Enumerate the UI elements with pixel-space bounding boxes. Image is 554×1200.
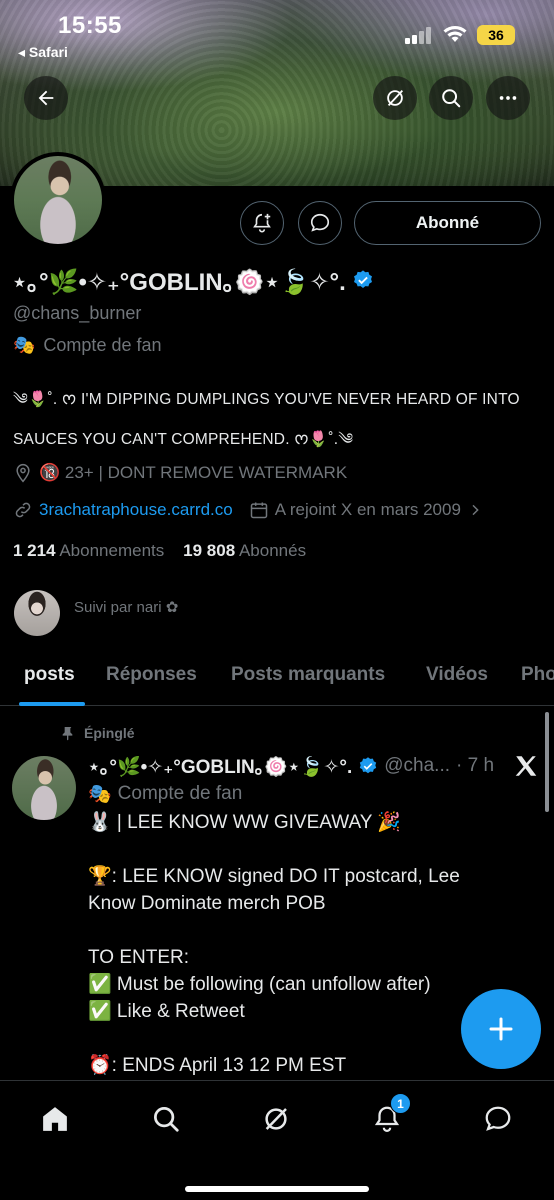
cellular-signal-icon (405, 26, 431, 44)
following-label: Abonnements (59, 541, 165, 560)
post-line: TO ENTER: (88, 947, 189, 968)
profile-category: 🎭 Compte de fan (13, 335, 162, 356)
follower-avatar[interactable] (14, 590, 60, 636)
tab-posts[interactable]: posts (24, 664, 75, 686)
x-logo-icon[interactable] (512, 753, 540, 779)
theater-masks-icon: 🎭 (88, 784, 112, 805)
status-time: 15:55 (58, 12, 122, 39)
post-author-category-label: Compte de fan (117, 783, 243, 804)
joined-date: A rejoint X en mars 2009 (274, 500, 461, 519)
verified-badge-icon (360, 756, 377, 773)
nav-notifications[interactable]: 1 (367, 1093, 411, 1139)
chevron-right-icon[interactable] (467, 502, 483, 518)
post-body[interactable]: 🐰 | LEE KNOW WW GIVEAWAY 🎉 🏆: LEE KNOW s… (88, 809, 503, 1079)
tab-videos[interactable]: Vidéos (426, 664, 488, 686)
wifi-icon (443, 26, 467, 42)
bottom-navigation: 1 (0, 1080, 554, 1200)
location-icon (16, 463, 30, 483)
back-arrow-icon (38, 90, 54, 106)
home-indicator[interactable] (185, 1186, 369, 1192)
status-bar: 15:55 ◂ Safari 36 (0, 0, 554, 70)
post-line: ✅ Like & Retweet (88, 1001, 245, 1022)
bio-line-2: SAUCES YOU CAN'T COMPREHEND. ᰔ🌷˚.༄ (13, 431, 354, 448)
grok-icon (387, 90, 404, 106)
tab-highlights[interactable]: Posts marquants (231, 664, 385, 686)
display-name-text: ⋆｡°🌿•✧₊°GOBLIN｡🍥⋆🍃✧°. (12, 269, 346, 296)
grok-icon (265, 1108, 287, 1130)
notification-badge: 1 (390, 1093, 411, 1114)
follow-stats: 1 214 Abonnements 19 808 Abonnés (13, 541, 306, 561)
back-button[interactable] (24, 76, 68, 120)
post-author-avatar[interactable] (12, 756, 76, 820)
pinned-text: Épinglé (84, 725, 135, 741)
home-icon (43, 1107, 67, 1131)
location-row: 🔞 23+ | DONT REMOVE WATERMARK (13, 463, 347, 483)
links-row: 3rachatraphouse.carrd.co A rejoint X en … (13, 500, 483, 520)
tab-photos[interactable]: Pho (521, 664, 554, 686)
following-count: 1 214 (13, 541, 56, 560)
search-button[interactable] (429, 76, 473, 120)
battery-indicator: 36 (477, 25, 515, 45)
location-text: 🔞 23+ | DONT REMOVE WATERMARK (39, 463, 348, 482)
verified-badge-icon (353, 269, 372, 288)
nav-search[interactable] (146, 1099, 186, 1139)
nav-messages[interactable] (478, 1099, 518, 1139)
followed-by-text[interactable]: Suivi par nari ✿ (74, 598, 178, 616)
post-line (88, 917, 503, 944)
profile-avatar[interactable] (10, 152, 106, 248)
grok-button[interactable] (373, 76, 417, 120)
post-header: ⋆｡°🌿•✧₊°GOBLIN｡🍥⋆🍃✧°. @cha... · 7 h (88, 752, 494, 779)
post-author-name[interactable]: ⋆｡°🌿•✧₊°GOBLIN｡🍥⋆🍃✧°. (88, 752, 352, 779)
post-line: ⏰: ENDS April 13 12 PM EST (88, 1055, 347, 1076)
theater-masks-icon: 🎭 (13, 335, 36, 355)
plus-icon (489, 1017, 513, 1041)
message-button[interactable] (298, 201, 342, 245)
website-link[interactable]: 3rachatraphouse.carrd.co (39, 500, 233, 520)
followers-count: 19 808 (183, 541, 236, 560)
more-button[interactable] (486, 76, 530, 120)
tab-replies[interactable]: Réponses (106, 664, 197, 686)
following-stat[interactable]: 1 214 Abonnements (13, 541, 164, 560)
pinned-label: Épinglé (60, 725, 135, 741)
followers-label: Abonnés (238, 541, 307, 560)
more-icon (499, 96, 517, 100)
post-line: ✅ Must be following (can unfollow after) (88, 974, 431, 995)
post-time: · 7 h (456, 754, 495, 776)
profile-handle: @chans_burner (13, 303, 142, 323)
profile-category-label: Compte de fan (43, 335, 162, 355)
post-line (88, 836, 503, 863)
post-author-handle[interactable]: @cha... (384, 755, 450, 777)
back-to-safari[interactable]: ◂ Safari (18, 44, 68, 61)
notify-button[interactable] (240, 201, 284, 245)
search-icon (154, 1107, 179, 1132)
post-line: 🐰 | LEE KNOW WW GIVEAWAY 🎉 (88, 812, 401, 833)
compose-post-button[interactable] (461, 989, 541, 1069)
post-author-category: 🎭 Compte de fan (88, 782, 242, 806)
message-icon (485, 1106, 511, 1131)
following-button[interactable]: Abonné (354, 201, 541, 245)
active-tab-indicator (19, 702, 85, 706)
calendar-icon (250, 502, 267, 519)
scrollbar[interactable] (545, 712, 549, 812)
followers-stat[interactable]: 19 808 Abonnés (183, 541, 306, 560)
nav-home[interactable] (35, 1099, 75, 1139)
profile-tabs: posts Réponses Posts marquants Vidéos Ph… (0, 650, 554, 706)
search-icon (442, 89, 461, 108)
bio-line-1: ༄🌷˚. ᰔ I'M DIPPING DUMPLINGS YOU'VE NEVE… (13, 391, 520, 408)
notify-bell-plus-icon (253, 213, 271, 233)
message-icon (310, 213, 330, 232)
nav-grok[interactable] (256, 1099, 296, 1139)
link-icon (15, 502, 31, 518)
post-line: 🏆: LEE KNOW signed DO IT postcard, Lee K… (88, 866, 460, 914)
post-line (88, 1025, 503, 1052)
pin-icon (62, 727, 73, 741)
display-name: ⋆｡°🌿•✧₊°GOBLIN｡🍥⋆🍃✧°. (12, 262, 374, 297)
profile-bio: ༄🌷˚. ᰔ I'M DIPPING DUMPLINGS YOU'VE NEVE… (13, 380, 543, 460)
